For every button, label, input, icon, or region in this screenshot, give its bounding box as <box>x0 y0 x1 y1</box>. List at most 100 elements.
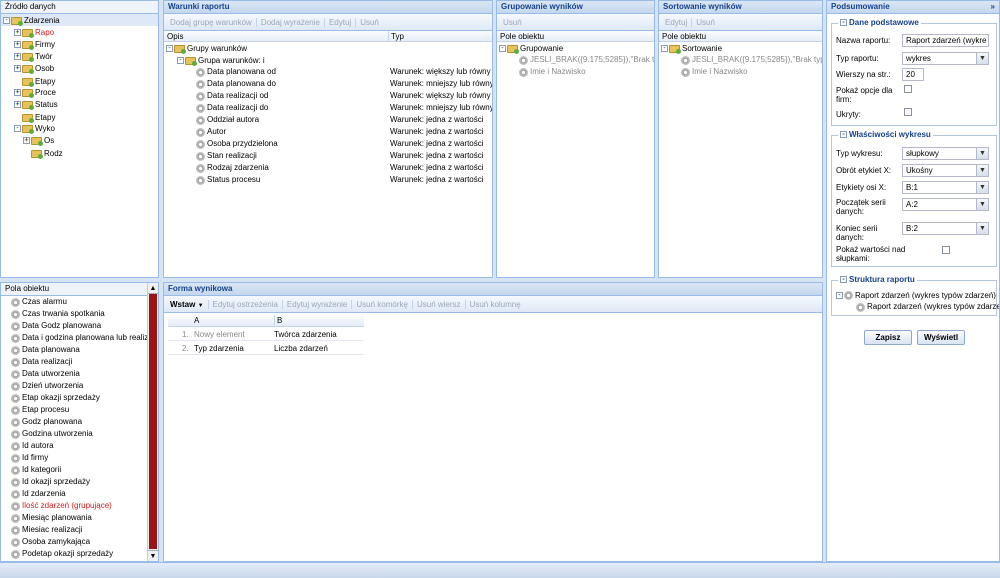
rows-per-page-input[interactable]: 20 <box>902 68 924 81</box>
field-item[interactable]: Id firmy <box>1 452 148 464</box>
field-item[interactable]: Czas alarmu <box>1 296 148 308</box>
source-tree-item[interactable]: + Osob <box>1 62 158 74</box>
scroll-thumb[interactable] <box>149 294 157 549</box>
label-rotation-select[interactable]: Ukośny ▼ <box>902 164 989 177</box>
field-item[interactable]: Miesiąc planowania <box>1 512 148 524</box>
remove-condition-button[interactable]: Usuń <box>356 18 383 27</box>
expand-icon[interactable]: + <box>14 101 21 108</box>
collapse-icon[interactable]: - <box>499 45 506 52</box>
grid-cell[interactable]: Liczba zdarzeń <box>274 343 328 355</box>
col-desc-header[interactable]: Opis <box>167 31 183 42</box>
series-end-select[interactable]: B:2 ▼ <box>902 222 989 235</box>
source-tree-item[interactable]: Etapy <box>1 110 158 123</box>
insert-button[interactable]: Wstaw ▼ <box>166 299 209 309</box>
field-item[interactable]: Ilość zdarzeń (grupujące) <box>1 500 148 512</box>
chart-type-select[interactable]: słupkowy ▼ <box>902 147 989 160</box>
expand-icon[interactable]: + <box>14 65 21 72</box>
grid-cell[interactable]: Nowy element <box>194 329 245 341</box>
save-button[interactable]: Zapisz <box>864 330 912 345</box>
series-start-select[interactable]: A:2 ▼ <box>902 198 989 211</box>
field-item[interactable]: Podetap okazji sprzedaży <box>1 548 148 560</box>
chevron-down-icon[interactable]: ▼ <box>976 223 988 234</box>
condition-row[interactable]: Rodzaj zdarzenia Warunek: jedna z wartośc… <box>164 162 492 174</box>
grouping-col-label[interactable]: Pole obiektu <box>500 31 544 42</box>
edit-condition-button[interactable]: Edytuj <box>325 17 357 27</box>
field-item[interactable]: Etap okazji sprzedaży <box>1 392 148 404</box>
remove-sorting-button[interactable]: Usuń <box>692 18 719 27</box>
structure-child[interactable]: Raport zdarzeń (wykres typów zdarzeń) II <box>856 301 999 313</box>
expand-icon[interactable]: + <box>14 53 21 60</box>
report-name-input[interactable]: Raport zdarzeń (wykre <box>902 34 989 47</box>
source-tree-item[interactable]: Etapy <box>1 74 158 87</box>
condition-row[interactable]: Data planowana od Warunek: większy lub ró… <box>164 66 492 78</box>
field-item[interactable]: Data planowana <box>1 344 148 356</box>
x-labels-select[interactable]: B:1 ▼ <box>902 181 989 194</box>
basic-data-legend[interactable]: - Dane podstawowe <box>838 18 921 27</box>
field-item[interactable]: Id zdarzenia <box>1 488 148 500</box>
sorting-item[interactable]: JESLI_BRAK({9.175;5285}),"Brak typu <box>659 54 822 66</box>
show-options-checkbox[interactable] <box>904 85 912 93</box>
grouping-item[interactable]: Imie i Nazwisko <box>497 66 654 78</box>
scroll-up-icon[interactable]: ▲ <box>148 283 158 294</box>
grid-col-b[interactable]: B <box>274 315 282 327</box>
remove-grouping-button[interactable]: Usuń <box>499 18 526 27</box>
grid-row[interactable]: 2. Typ zdarzenia Liczba zdarzeń <box>168 343 364 355</box>
grid-cell[interactable]: Typ zdarzenia <box>194 343 244 355</box>
chevron-down-icon[interactable]: ▼ <box>976 165 988 176</box>
source-tree-item[interactable]: Rodz <box>1 146 158 159</box>
collapse-icon[interactable]: - <box>14 125 21 132</box>
field-item[interactable]: Id kategorii <box>1 464 148 476</box>
collapse-icon[interactable]: - <box>3 17 10 24</box>
edit-warnings-button[interactable]: Edytuj ostrzeżenia <box>209 299 283 309</box>
condition-row[interactable]: Oddział autora Warunek: jedna z wartości <box>164 114 492 126</box>
condition-row[interactable]: Data planowana do Warunek: mniejszy lub r… <box>164 78 492 90</box>
collapse-icon[interactable]: - <box>661 45 668 52</box>
source-tree-item[interactable]: + Proce <box>1 86 158 98</box>
field-item[interactable]: Data Godz planowana <box>1 320 148 332</box>
remove-row-button[interactable]: Usuń wiersz <box>413 299 466 309</box>
chart-properties-legend[interactable]: - Właściwości wykresu <box>838 130 933 139</box>
sorting-root[interactable]: - Sortowanie <box>659 42 822 54</box>
conditions-group[interactable]: - Grupa warunków: i <box>164 54 492 66</box>
report-structure-legend[interactable]: - Struktura raportu <box>838 275 917 284</box>
chevron-down-icon[interactable]: ▼ <box>976 148 988 159</box>
collapse-icon[interactable]: - <box>840 19 847 26</box>
field-item[interactable]: Godzina utworzenia <box>1 428 148 440</box>
show-values-checkbox[interactable] <box>942 246 950 254</box>
field-item[interactable]: Id okazji sprzedaży <box>1 476 148 488</box>
remove-column-button[interactable]: Usuń kolumnę <box>466 300 525 309</box>
collapse-icon[interactable]: - <box>836 292 843 299</box>
condition-row[interactable]: Status procesu Warunek: jedna z wartości <box>164 174 492 186</box>
source-tree-root[interactable]: - Zdarzenia <box>1 14 158 26</box>
expand-icon[interactable]: + <box>14 89 21 96</box>
grid-cell[interactable]: Twórca zdarzenia <box>274 329 337 341</box>
field-item[interactable]: Czas trwania spotkania <box>1 308 148 320</box>
field-item[interactable]: Data i godzina planowana lub realizacji <box>1 332 158 344</box>
remove-cell-button[interactable]: Usuń komórkę <box>352 299 413 309</box>
source-tree-item[interactable]: + Status <box>1 98 158 110</box>
add-expression-button[interactable]: Dodaj wyrażenie <box>257 17 325 27</box>
collapse-icon[interactable]: - <box>166 45 173 52</box>
collapse-icon[interactable]: - <box>840 131 847 138</box>
sorting-item[interactable]: Imie i Nazwisko <box>659 66 822 78</box>
collapse-icon[interactable]: - <box>177 57 184 64</box>
field-item[interactable]: Data realizacji <box>1 356 148 368</box>
col-type-header[interactable]: Typ <box>388 31 404 42</box>
condition-row[interactable]: Data realizacji od Warunek: większy lub r… <box>164 90 492 102</box>
condition-row[interactable]: Data realizacji do Warunek: mniejszy lub … <box>164 102 492 114</box>
edit-sorting-button[interactable]: Edytuj <box>661 17 693 27</box>
source-tree-item[interactable]: + Firmy <box>1 38 158 50</box>
sorting-col-label[interactable]: Pole obiektu <box>662 31 706 42</box>
fields-scrollbar[interactable]: ▲ ▼ <box>147 283 158 561</box>
source-tree-item[interactable]: + Twór <box>1 50 158 62</box>
grouping-root[interactable]: - Grupowanie <box>497 42 654 54</box>
add-condition-group-button[interactable]: Dodaj grupę warunków <box>166 17 257 27</box>
chevron-down-icon[interactable]: ▼ <box>976 53 988 64</box>
report-type-select[interactable]: wykres ▼ <box>902 52 989 65</box>
field-item[interactable]: Id autora <box>1 440 148 452</box>
field-item[interactable]: Data utworzenia <box>1 368 148 380</box>
condition-row[interactable]: Osoba przydzielona Warunek: jedna z warto… <box>164 138 492 150</box>
hidden-checkbox[interactable] <box>904 108 912 116</box>
collapse-panel-icon[interactable]: » <box>991 1 995 13</box>
structure-root[interactable]: - Raport zdarzeń (wykres typów zdarzeń) <box>836 289 996 301</box>
